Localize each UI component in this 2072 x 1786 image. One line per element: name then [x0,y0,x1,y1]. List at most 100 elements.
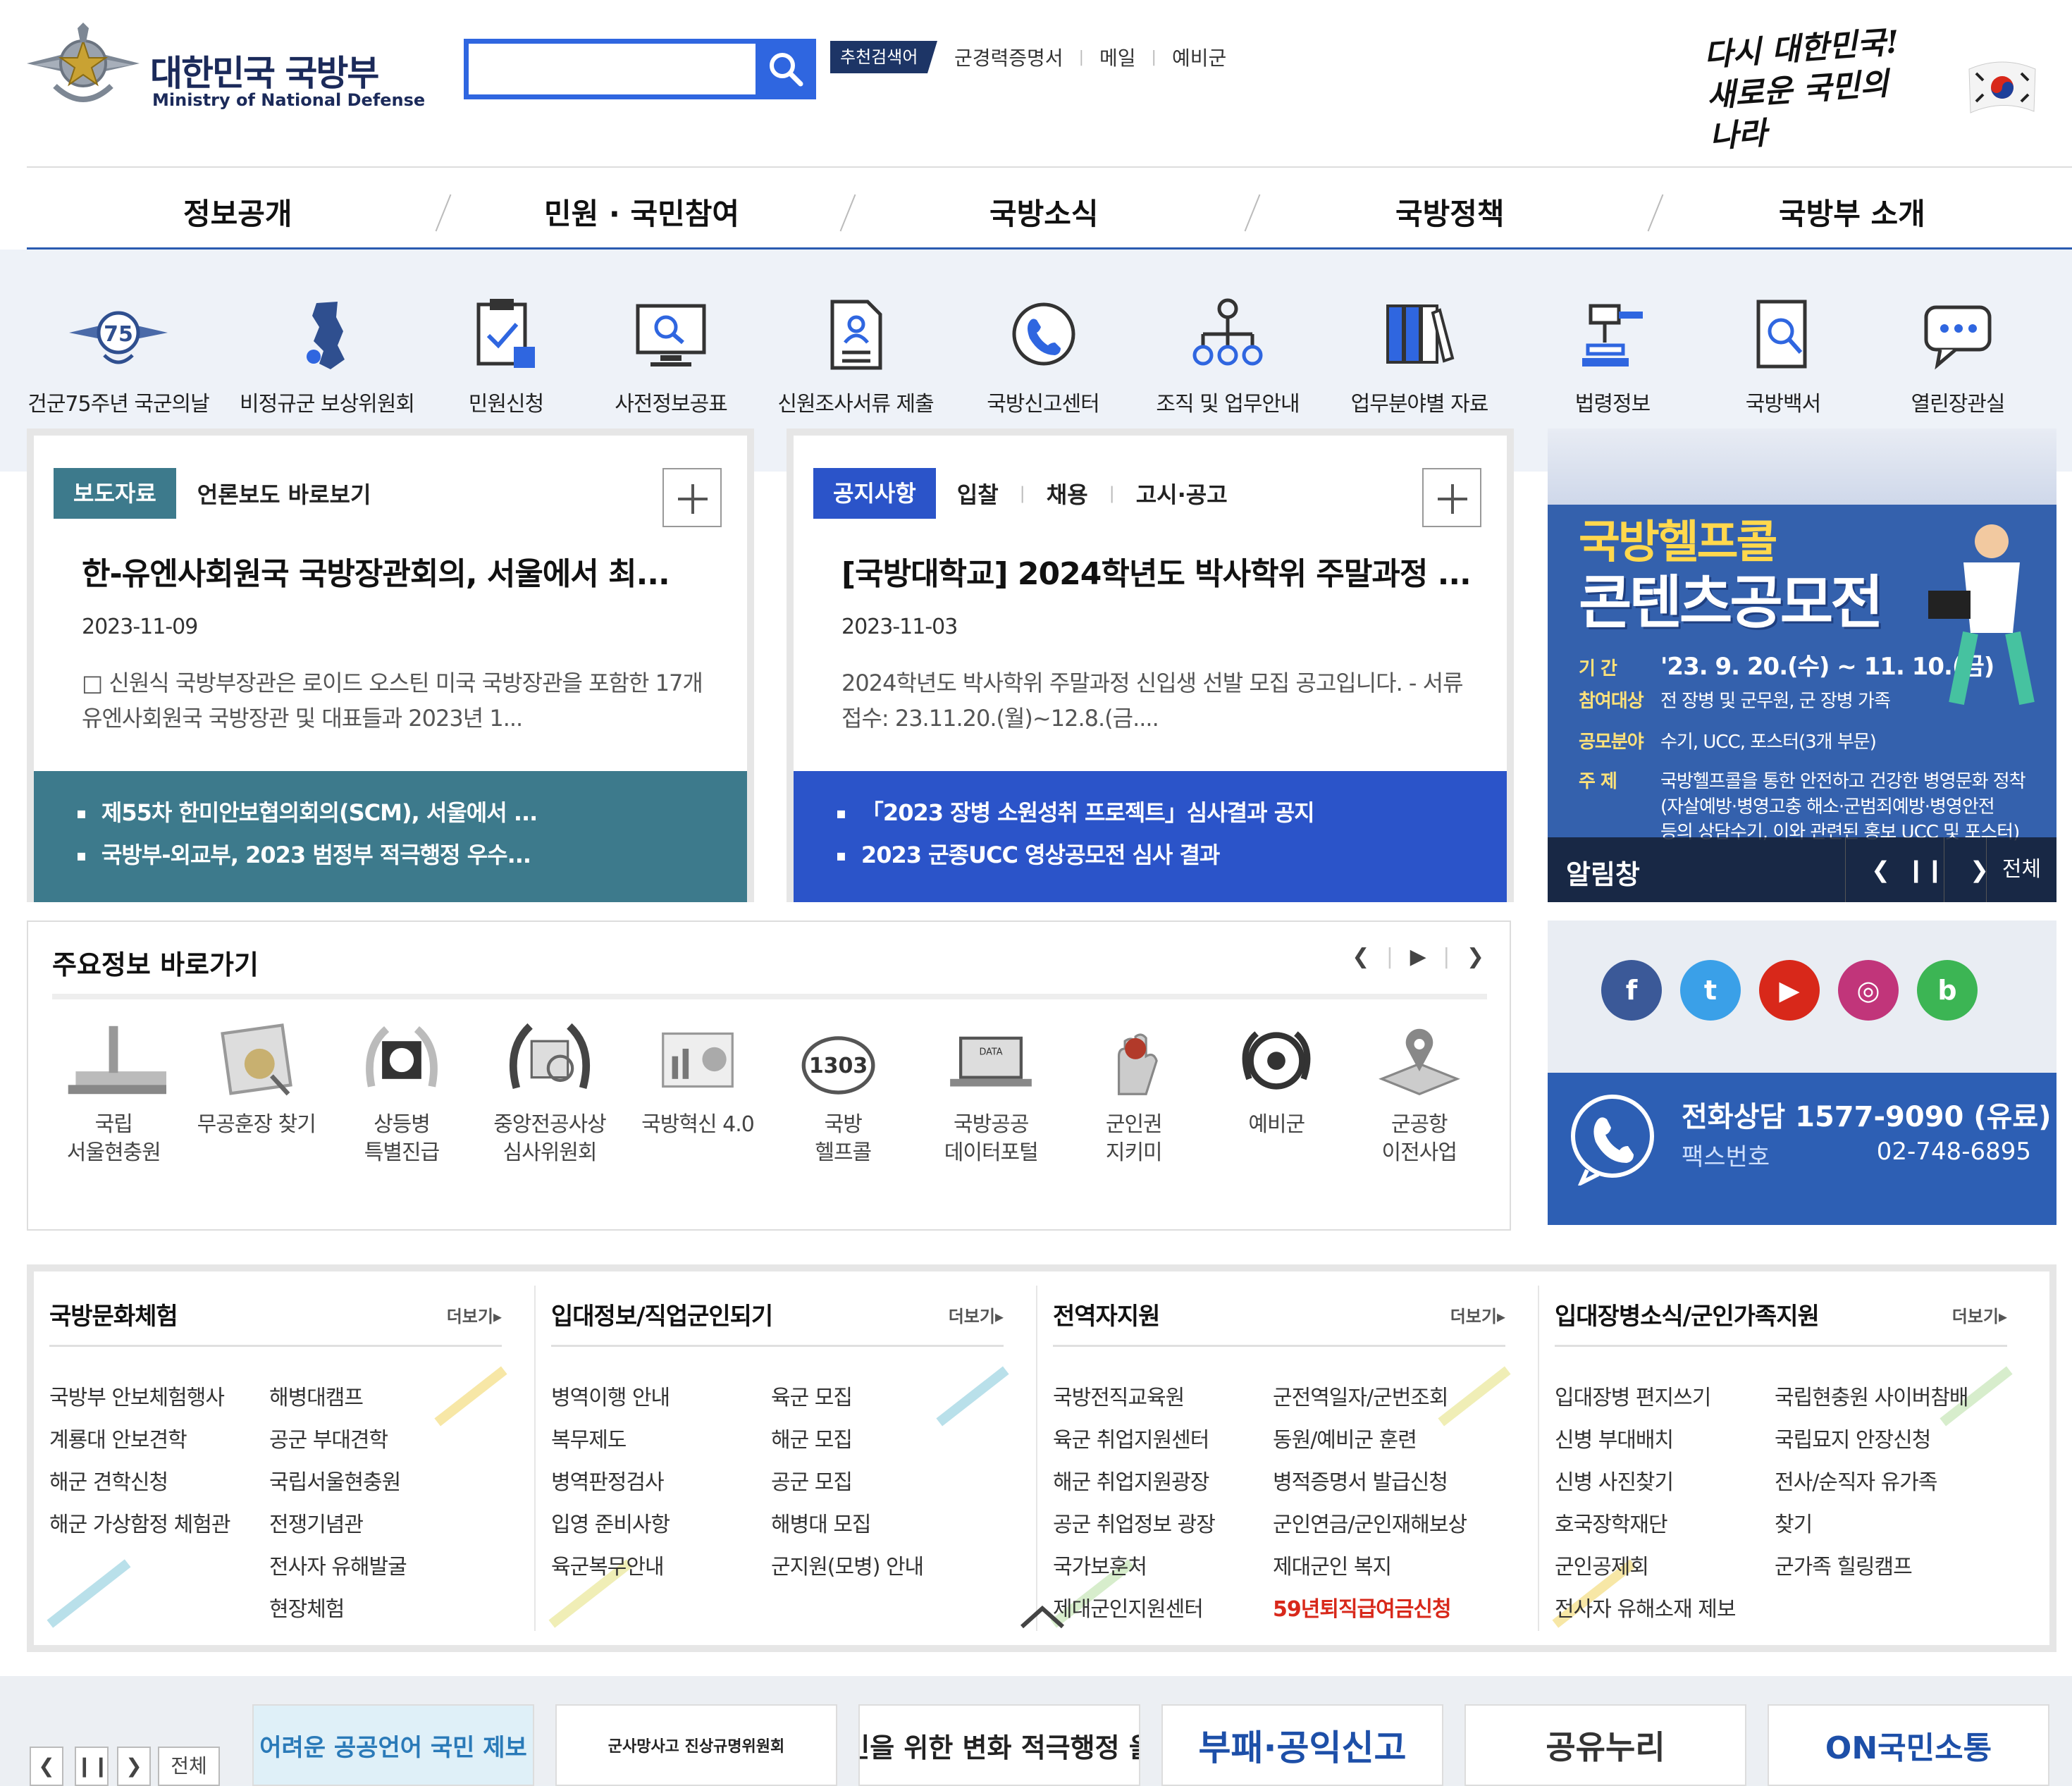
tab-announcement[interactable]: 고시·공고 [1115,477,1249,510]
menu-link[interactable]: 국립현충원 사이버참배 [1775,1377,1969,1419]
youtube-icon[interactable]: ▶ [1759,960,1820,1021]
notice-more-button[interactable] [1422,468,1481,527]
tab-media-report[interactable]: 언론보도 바로보기 [176,477,393,510]
menu-column-title[interactable]: 국방문화체험 [49,1297,178,1331]
menu-link[interactable]: 병역판정검사 [551,1462,670,1504]
tab-press-release[interactable]: 보도자료 [54,468,176,519]
bottom-banner[interactable]: 공유누리 [1464,1704,1746,1786]
shortcut-item[interactable]: 군인권 지키미 [1067,1018,1201,1167]
banner-prev-button[interactable]: ❮ [30,1747,63,1786]
banner-all-button[interactable]: 전체 [1986,837,2056,902]
quick-link-pre-disclosure[interactable]: 사전정보공표 [565,296,777,417]
menu-link[interactable]: 군인연금/군인재해보상 [1273,1504,1467,1546]
menu-link[interactable]: 신병 부대배치 [1555,1419,1735,1462]
menu-link[interactable]: 국립묘지 안장신청 [1775,1419,1968,1462]
tab-bid[interactable]: 입찰 [936,477,1020,510]
gnb-defense-news[interactable]: 국방소식 [989,190,1099,233]
notice-summary[interactable]: 2024학년도 박사학위 주말과정 신입생 선발 모집 공고입니다. - 서류 … [841,665,1476,736]
menu-link[interactable]: 육군 취업지원센터 [1053,1419,1215,1462]
menu-link[interactable]: 전사자 유해소재 제보 [1555,1589,1736,1631]
shortcut-item[interactable]: 예비군 [1209,1018,1343,1139]
shortcut-item[interactable]: 중앙전공사상 심사위원회 [483,1018,617,1167]
shortcut-item[interactable]: 국립 서울현충원 [47,1018,180,1167]
bottom-banner[interactable]: 어려운 공공언어 국민 제보 [252,1704,534,1786]
toplink-mail[interactable]: 메일 [1099,43,1136,71]
facebook-icon[interactable]: f [1601,960,1662,1021]
shortcut-item[interactable]: 무공훈장 찾기 [190,1018,323,1139]
menu-link[interactable]: 전사/순직자 유가족 [1775,1462,1968,1504]
menu-link[interactable]: 동원/예비군 훈련 [1273,1419,1467,1462]
menu-link[interactable]: 육군 모집 [771,1377,923,1419]
menu-link[interactable]: 국가보훈처 [1053,1546,1215,1589]
menu-link[interactable]: 공군 부대견학 [269,1419,407,1462]
quick-link-open-minister[interactable]: 열린장관실 [1852,296,2064,417]
menu-link[interactable]: 호국장학재단 [1555,1504,1735,1546]
gnb-info-disclosure[interactable]: 정보공개 [183,190,292,233]
search-input[interactable] [474,49,749,89]
menu-link[interactable]: 전사자 유해발굴 [269,1546,407,1589]
gnb-defense-policy[interactable]: 국방정책 [1395,190,1505,233]
more-link[interactable]: 더보기▸ [447,1302,502,1327]
menu-link[interactable]: 군가족 힐링캠프 [1775,1546,1968,1589]
press-headline[interactable]: 한-유엔사회원국 국방장관회의, 서울에서 최... [82,548,716,593]
menu-link[interactable]: 제대군인 복지 [1273,1546,1467,1589]
shortcut-item[interactable]: DATA 국방공공 데이터포털 [924,1018,1058,1167]
menu-link[interactable]: 국방전직교육원 [1053,1377,1215,1419]
twitter-icon[interactable]: t [1680,960,1741,1021]
menu-link[interactable]: 해병대 모집 [771,1504,923,1546]
more-link[interactable]: 더보기▸ [1952,1302,2007,1327]
menu-link[interactable]: 국립서울현충원 [269,1462,407,1504]
menu-link[interactable]: 복무제도 [551,1419,670,1462]
instagram-icon[interactable]: ◎ [1838,960,1899,1021]
menu-link[interactable]: 해군 견학신청 [49,1462,230,1504]
ministry-logo[interactable]: 대한민국 국방부 Ministry of National Defense [27,21,425,113]
quick-link-organization[interactable]: 조직 및 업무안내 [1122,296,1333,417]
shortcut-item[interactable]: 상등병 특별진급 [335,1018,469,1167]
press-more-button[interactable] [662,468,722,527]
call-center[interactable]: 전화상담 1577-9090 (유료) 팩스번호 02-748-6895 [1548,1073,2056,1225]
shortcut-item[interactable]: 국방혁신 4.0 [631,1018,765,1139]
tab-recruit[interactable]: 채용 [1025,477,1109,510]
menu-column-title[interactable]: 입대장병소식/군인가족지원 [1555,1297,1820,1331]
bottom-banner[interactable]: ON국민소통 [1768,1704,2049,1786]
more-link[interactable]: 더보기▸ [949,1302,1004,1327]
menu-column-title[interactable]: 입대정보/직업군인되기 [551,1297,773,1331]
menu-link[interactable]: 계룡대 안보견학 [49,1419,230,1462]
toplink-reserve[interactable]: 예비군 [1172,43,1226,71]
blog-icon[interactable]: b [1917,960,1978,1021]
menu-link[interactable]: 신병 사진찾기 [1555,1462,1735,1504]
popup-banner[interactable]: 국방헬프콜 콘텐츠공모전 기 간 '23. 9. 20.(수) ~ 11. 10.… [1548,429,2056,902]
menu-link[interactable]: 해병대캠프 [269,1377,407,1419]
banner-next-button[interactable]: ❯ [117,1747,151,1786]
menu-link[interactable]: 공군 모집 [771,1462,923,1504]
banner-pause-button[interactable]: ❙❙ [75,1747,109,1786]
press-summary[interactable]: □ 신원식 국방부장관은 로이드 오스틴 미국 국방장관을 포함한 17개 유엔… [82,665,716,736]
menu-link[interactable]: 입대장병 편지쓰기 [1555,1377,1735,1419]
menu-link[interactable]: 제대군인지원센터 [1053,1589,1215,1631]
banner-all-button[interactable]: 전체 [158,1747,220,1786]
bottom-banner[interactable]: 국민을 위한 변화 적극행정 울림 [858,1704,1140,1786]
menu-link[interactable]: 입영 준비사항 [551,1504,670,1546]
more-link[interactable]: 더보기▸ [1450,1302,1505,1327]
menu-link[interactable]: 병적증명서 발급신청 [1273,1462,1467,1504]
menu-link[interactable]: 군인공제회 [1555,1546,1735,1589]
gnb-about-ministry[interactable]: 국방부 소개 [1779,190,1925,233]
menu-link[interactable]: 해군 모집 [771,1419,923,1462]
menu-link[interactable]: 국방부 안보체험행사 [49,1377,230,1419]
menu-link-highlight[interactable]: 59년퇴직급여금신청 [1273,1589,1467,1631]
menu-column-title[interactable]: 전역자지원 [1053,1297,1160,1331]
bottom-banner[interactable]: 부패·공익신고 [1161,1704,1443,1786]
quick-link-work-data[interactable]: 업무분야별 자료 [1314,296,1525,417]
menu-link[interactable]: 육군복무안내 [551,1546,670,1589]
menu-link[interactable]: 공군 취업정보 광장 [1053,1504,1216,1546]
menu-link[interactable]: 전쟁기념관 [269,1504,407,1546]
bottom-banner[interactable]: 군사망사고 진상규명위원회 [555,1704,837,1786]
list-item[interactable]: 2023 군종UCC 영상공모전 심사 결과 [836,835,1464,877]
chevron-up-icon[interactable] [1018,1603,1067,1631]
quick-link-anniversary[interactable]: 75 건군75주년 국군의날 [13,296,224,417]
list-item[interactable]: 제55차 한미안보협의회의(SCM), 서울에서 ... [76,792,705,835]
menu-link[interactable]: 병역이행 안내 [551,1377,670,1419]
menu-link[interactable]: 해군 취업지원광장 [1053,1462,1215,1504]
quick-link-background-check[interactable]: 신원조사서류 제출 [750,296,961,417]
search-button[interactable] [756,39,816,99]
